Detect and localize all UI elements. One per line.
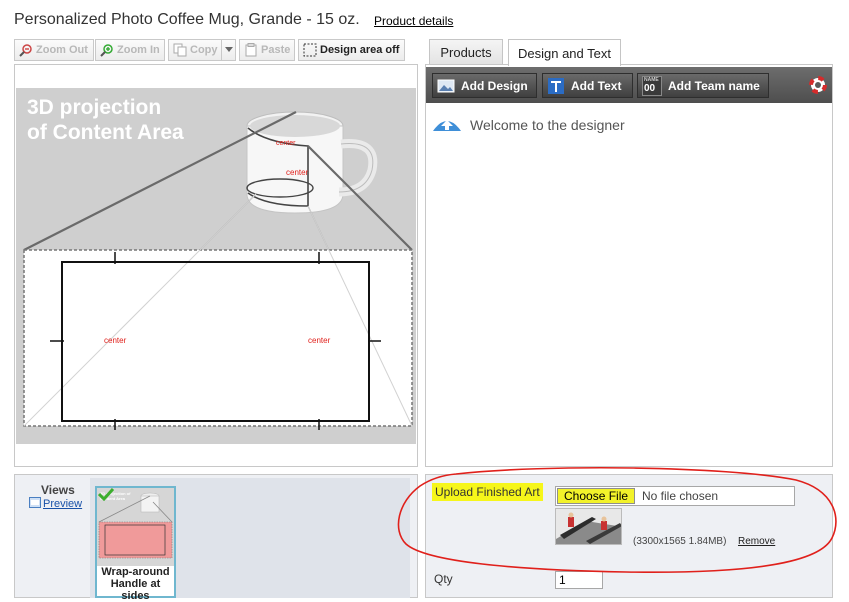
- team-name-icon: NAME 00: [642, 75, 662, 96]
- text-icon: [547, 77, 565, 95]
- preview-icon: [29, 497, 41, 511]
- paste-icon: [244, 43, 258, 57]
- welcome-message: Welcome to the designer: [432, 114, 625, 135]
- page-title: Personalized Photo Coffee Mug, Grande - …: [14, 11, 360, 28]
- arrow-up-icon: [432, 114, 462, 135]
- views-label: Views: [41, 483, 75, 497]
- zoom-out-button[interactable]: Zoom Out: [14, 39, 94, 61]
- tab-design-and-text[interactable]: Design and Text: [508, 39, 621, 66]
- mug-center-label-top: center: [276, 140, 296, 147]
- annotation-highlight-ellipse: [397, 466, 837, 574]
- flat-center-label-right: center: [308, 336, 331, 345]
- add-team-name-label: Add Team name: [668, 78, 760, 93]
- mug-preview-canvas[interactable]: 3D projection of Content Area center cen…: [16, 88, 416, 444]
- copy-button[interactable]: Copy: [168, 39, 222, 61]
- add-design-label: Add Design: [461, 78, 528, 93]
- copy-label: Copy: [190, 44, 218, 56]
- image-icon: [437, 77, 455, 95]
- add-text-button[interactable]: Add Text: [542, 73, 633, 98]
- add-text-label: Add Text: [571, 78, 622, 93]
- checkmark-icon: [97, 487, 115, 506]
- copy-dropdown-button[interactable]: [221, 39, 236, 61]
- flat-center-label-left: center: [104, 336, 127, 345]
- preview-link[interactable]: Preview: [29, 497, 82, 511]
- zoom-in-button[interactable]: Zoom In: [95, 39, 165, 61]
- add-design-button[interactable]: Add Design: [432, 73, 537, 98]
- zoom-in-icon: [100, 43, 114, 57]
- mug-center-label-body: center: [286, 168, 309, 177]
- paste-label: Paste: [261, 44, 291, 56]
- zoom-out-icon: [19, 43, 33, 57]
- tab-products[interactable]: Products: [429, 39, 503, 65]
- paste-button[interactable]: Paste: [239, 39, 295, 61]
- design-area-label: Design area off: [320, 44, 400, 56]
- dashed-square-icon: [303, 43, 317, 57]
- chevron-down-icon: [224, 44, 233, 56]
- copy-icon: [173, 43, 187, 57]
- zoom-out-label: Zoom Out: [36, 44, 88, 56]
- projection-title: 3D projection of Content Area: [27, 96, 184, 144]
- design-area-toggle-button[interactable]: Design area off: [298, 39, 405, 61]
- welcome-text: Welcome to the designer: [470, 116, 625, 133]
- product-details-link[interactable]: Product details: [374, 14, 453, 28]
- lifebuoy-icon[interactable]: [809, 76, 827, 94]
- zoom-in-label: Zoom In: [117, 44, 160, 56]
- add-team-name-button[interactable]: NAME 00 Add Team name: [637, 73, 769, 98]
- view-thumbnail-caption: Wrap-around Handle at sides: [101, 566, 170, 602]
